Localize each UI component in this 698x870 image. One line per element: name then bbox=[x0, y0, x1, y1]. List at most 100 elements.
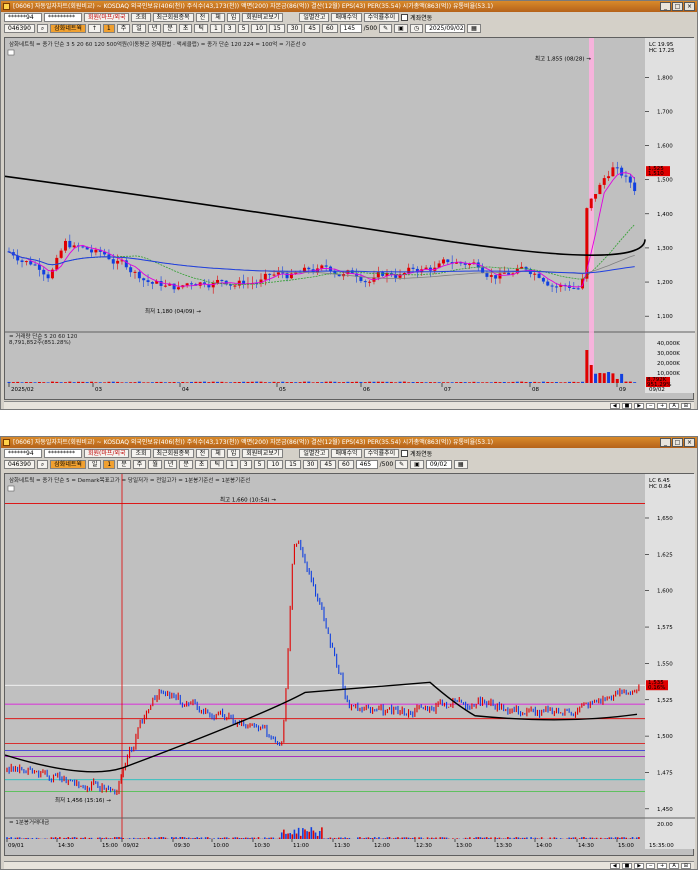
period-tick-tab[interactable]: 틱 bbox=[194, 24, 208, 33]
search-icon-2[interactable]: ⌕ bbox=[36, 460, 49, 469]
period-week-tab-2[interactable]: 주 bbox=[132, 460, 147, 469]
period-day-tab-2[interactable]: 일 bbox=[87, 460, 102, 469]
save-icon[interactable]: ▣ bbox=[394, 24, 408, 33]
nav-zoom-in-icon-2[interactable]: + bbox=[657, 862, 668, 869]
recent-member-button-2[interactable]: 최근회원종목 bbox=[152, 449, 194, 458]
nav-stop-icon-2[interactable]: ■ bbox=[621, 862, 633, 869]
window-title-bar[interactable]: [0606] 자동일자차트(회원비교) ~ KOSDAQ 외국인보유(406(천… bbox=[1, 1, 697, 12]
nav-zoom-out-icon-2[interactable]: ─ bbox=[646, 862, 656, 869]
minute-30[interactable]: 30 bbox=[286, 24, 303, 33]
period-minute-tab-2[interactable]: 분 bbox=[179, 460, 193, 469]
minute-60[interactable]: 60 bbox=[321, 24, 338, 33]
nav-grid-icon-2[interactable]: ⊞ bbox=[680, 862, 691, 869]
period-day-tab[interactable]: 일 bbox=[132, 24, 146, 33]
minute-3-b[interactable]: 3 bbox=[239, 460, 252, 469]
period-number-2[interactable]: 1 bbox=[103, 460, 116, 469]
date-input-2[interactable]: 09/02 bbox=[425, 460, 452, 469]
clock-icon[interactable]: ◷ bbox=[409, 24, 424, 33]
in-button-2[interactable]: 입 bbox=[226, 449, 241, 458]
minute-chart[interactable]: 삼화네트웍 = 종가 단순 5 = Demark목표고가 = 당일저가 = 전일… bbox=[4, 473, 695, 856]
password-field[interactable]: ********* bbox=[44, 13, 82, 22]
minute-5-b[interactable]: 5 bbox=[253, 460, 266, 469]
check-button-2[interactable]: 체 bbox=[211, 449, 225, 458]
minute-45-b[interactable]: 45 bbox=[320, 460, 337, 469]
minute-1[interactable]: 1 bbox=[209, 24, 222, 33]
window-title-bar-2[interactable]: [0606] 자동일자차트(회원비교) ~ KOSDAQ 외국인보유(406(천… bbox=[1, 437, 697, 448]
period-number[interactable]: 1 bbox=[102, 24, 115, 33]
minute-45[interactable]: 45 bbox=[304, 24, 320, 33]
period-sec-tab-2[interactable]: 초 bbox=[194, 460, 209, 469]
nav-prev-icon[interactable]: ◀ bbox=[609, 402, 620, 409]
minute-5[interactable]: 5 bbox=[237, 24, 250, 33]
draw-tool-icon-2[interactable]: ✎ bbox=[395, 460, 409, 469]
date-input[interactable]: 2025/09/02 bbox=[425, 24, 466, 33]
account-link-checkbox-2[interactable] bbox=[401, 450, 409, 457]
nav-stop-icon[interactable]: ■ bbox=[621, 402, 633, 409]
code-input-2[interactable]: 046390 bbox=[4, 460, 35, 469]
query-button-2[interactable]: 조회 bbox=[131, 449, 151, 458]
all-button-2[interactable]: 전 bbox=[195, 449, 210, 458]
member-compare-button-2[interactable]: 회원비교보기 bbox=[242, 449, 284, 458]
minimize-icon[interactable]: _ bbox=[660, 2, 671, 11]
daily-balance-button-2[interactable]: 일별잔고 bbox=[299, 449, 330, 458]
nav-zoom-out-icon[interactable]: ─ bbox=[646, 402, 656, 409]
minimize-icon-2[interactable]: _ bbox=[660, 438, 671, 447]
nav-next-icon[interactable]: ▶ bbox=[634, 402, 645, 409]
minute-15[interactable]: 15 bbox=[269, 24, 285, 33]
nav-zoom-in-icon[interactable]: + bbox=[657, 402, 668, 409]
nav-prev-icon-2[interactable]: ◀ bbox=[609, 862, 620, 869]
member-button[interactable]: 회원(마프/외국 bbox=[84, 13, 130, 22]
nav-grid-icon[interactable]: ⊞ bbox=[680, 402, 691, 409]
period-sec-tab[interactable]: 초 bbox=[178, 24, 193, 33]
period-up-button[interactable]: ↑ bbox=[87, 24, 101, 33]
daily-balance-button[interactable]: 일별잔고 bbox=[299, 13, 330, 22]
in-button[interactable]: 입 bbox=[226, 13, 241, 22]
minute-60-b[interactable]: 60 bbox=[338, 460, 354, 469]
code-input[interactable]: 046390 bbox=[4, 24, 35, 33]
minute-1-b[interactable]: 1 bbox=[225, 460, 238, 469]
nav-text-icon-2[interactable]: A bbox=[669, 862, 679, 869]
member-button-2[interactable]: 회원(마프/외국 bbox=[84, 449, 130, 458]
calendar-icon-2[interactable]: ▦ bbox=[453, 460, 468, 469]
stock-name-button-2[interactable]: 삼화네트웍 bbox=[50, 460, 86, 469]
account-link-checkbox[interactable] bbox=[401, 14, 409, 21]
search-icon[interactable]: ⌕ bbox=[36, 24, 49, 33]
minute-30-b[interactable]: 30 bbox=[302, 460, 319, 469]
period-week-tab[interactable]: 주 bbox=[116, 24, 131, 33]
daily-chart-svg[interactable]: 삼화네트웍 = 종가 단순 3 5 20 60 120 500억원(이동평균 경… bbox=[5, 38, 695, 393]
bar-count-input[interactable]: 145 bbox=[339, 24, 362, 33]
trade-profit-button-2[interactable]: 매매수익 bbox=[331, 449, 362, 458]
query-button[interactable]: 조회 bbox=[131, 13, 151, 22]
nav-next-icon-2[interactable]: ▶ bbox=[634, 862, 645, 869]
close-icon[interactable]: × bbox=[684, 2, 695, 11]
maximize-icon[interactable]: □ bbox=[672, 2, 683, 11]
trade-profit-button[interactable]: 매매수익 bbox=[331, 13, 362, 22]
account-select[interactable]: ******94 bbox=[4, 13, 42, 22]
stock-name-button[interactable]: 삼화네트웍 bbox=[50, 24, 86, 33]
nav-text-icon[interactable]: A bbox=[669, 402, 679, 409]
save-icon-2[interactable]: ▣ bbox=[410, 460, 424, 469]
account-select-2[interactable]: ******94 bbox=[4, 449, 42, 458]
check-button[interactable]: 체 bbox=[211, 13, 225, 22]
period-year-tab[interactable]: 년 bbox=[147, 24, 162, 33]
maximize-icon-2[interactable]: □ bbox=[672, 438, 683, 447]
draw-tool-icon[interactable]: ✎ bbox=[379, 24, 393, 33]
calendar-icon[interactable]: ▦ bbox=[467, 24, 481, 33]
period-tick-tab-2[interactable]: 틱 bbox=[210, 460, 224, 469]
period-year-tab-2[interactable]: 년 bbox=[163, 460, 178, 469]
minute-10-b[interactable]: 10 bbox=[267, 460, 284, 469]
all-button[interactable]: 전 bbox=[195, 13, 210, 22]
password-field-2[interactable]: ********* bbox=[44, 449, 82, 458]
minute-3[interactable]: 3 bbox=[223, 24, 236, 33]
profit-trend-button[interactable]: 수익률추이 bbox=[363, 13, 400, 22]
bar-count-input-2[interactable]: 465 bbox=[355, 460, 378, 469]
member-compare-button[interactable]: 회원비교보기 bbox=[242, 13, 284, 22]
daily-chart[interactable]: 삼화네트웍 = 종가 단순 3 5 20 60 120 500억원(이동평균 경… bbox=[4, 37, 695, 400]
profit-trend-button-2[interactable]: 수익률추이 bbox=[363, 449, 400, 458]
period-month-tab-2[interactable]: 월 bbox=[148, 460, 162, 469]
period-min-tab[interactable]: 분 bbox=[163, 24, 177, 33]
minute-10[interactable]: 10 bbox=[251, 24, 268, 33]
close-icon-2[interactable]: × bbox=[684, 438, 695, 447]
period-min-tab-2[interactable]: 분 bbox=[117, 460, 131, 469]
minute-15-b[interactable]: 15 bbox=[285, 460, 301, 469]
